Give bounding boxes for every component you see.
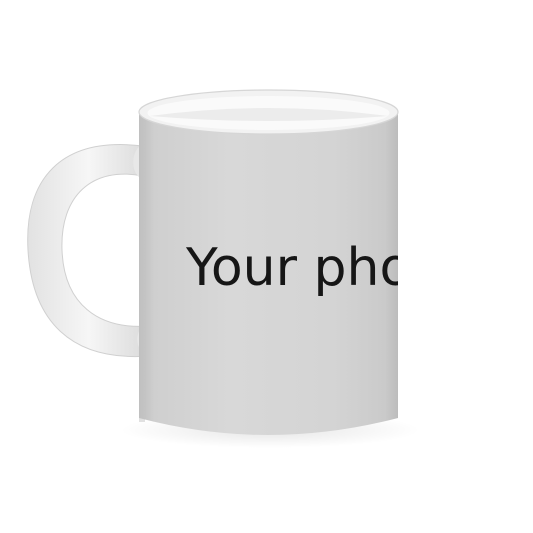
mug-edge-highlight: [139, 112, 145, 422]
mug-handle: [27, 144, 151, 358]
mug-product-image: Your photo: [27, 89, 464, 448]
mug-print-text: Your photo: [185, 238, 464, 298]
